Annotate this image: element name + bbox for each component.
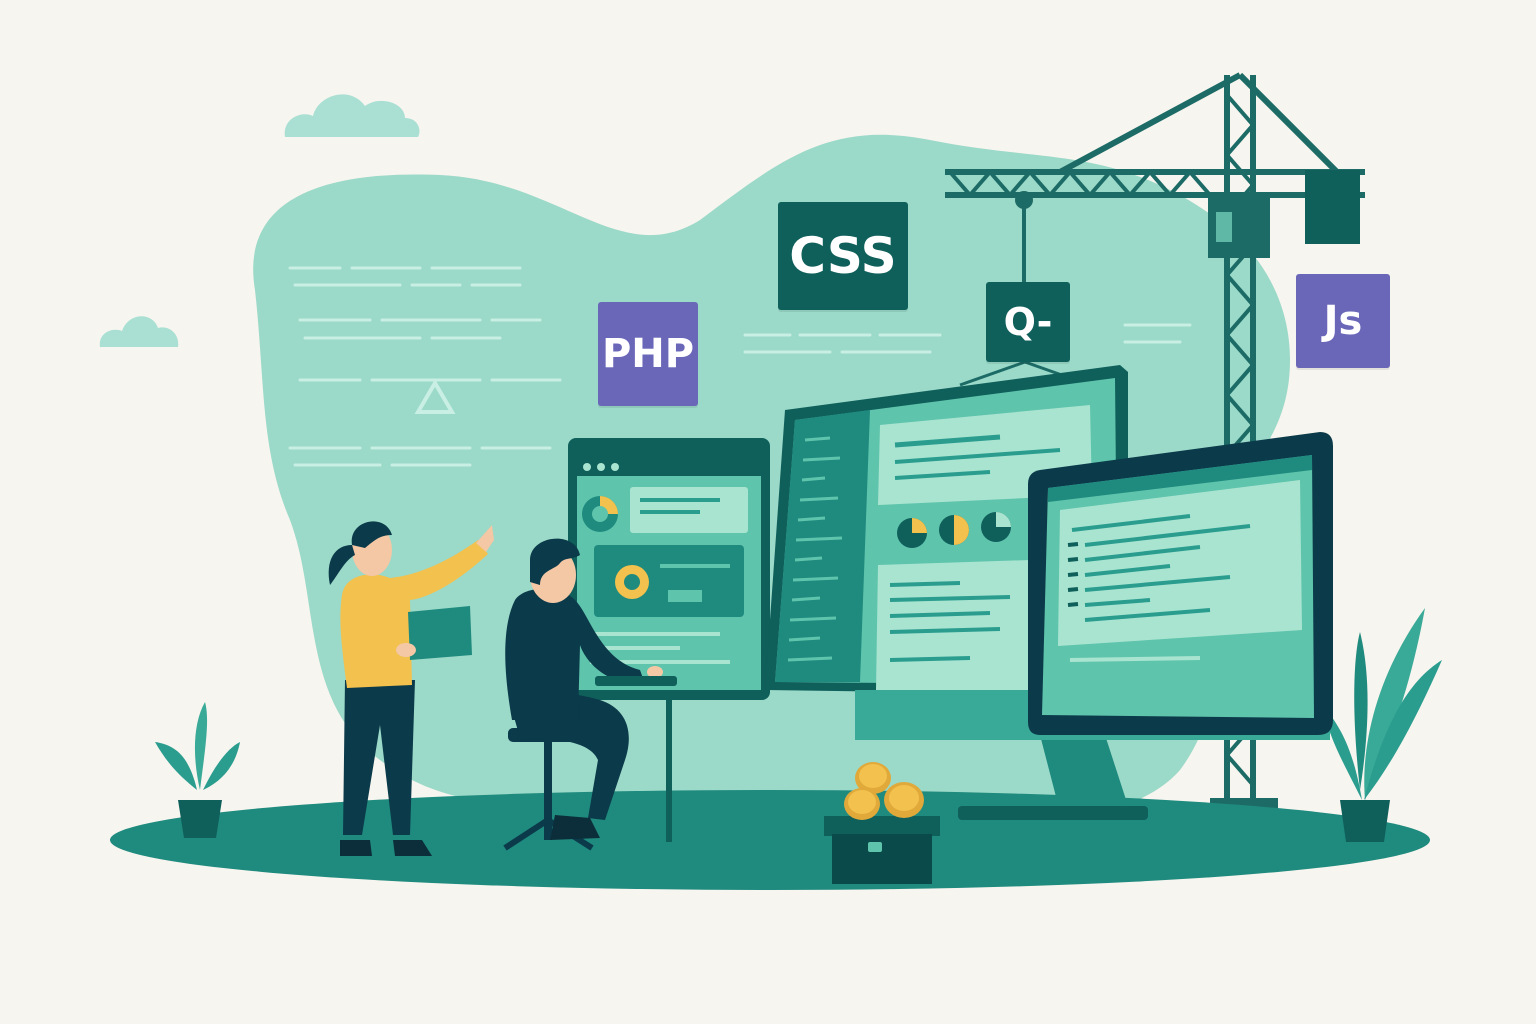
cloud-icon [284,94,420,137]
php-badge: PHP [598,302,698,406]
crane-counterweight [1305,170,1360,244]
crane-window [1216,212,1232,242]
search-badge: Q- [986,282,1070,362]
crane-hook [1015,191,1033,209]
web-development-scene [99,72,1442,890]
js-badge: Js [1296,274,1390,368]
plant-right [1322,608,1442,842]
css-badge: CSS [778,202,908,310]
illustration-canvas: CSS PHP Js Q- [0,0,1536,1024]
ground-shadow [110,790,1430,890]
cloud-icon [99,316,179,347]
